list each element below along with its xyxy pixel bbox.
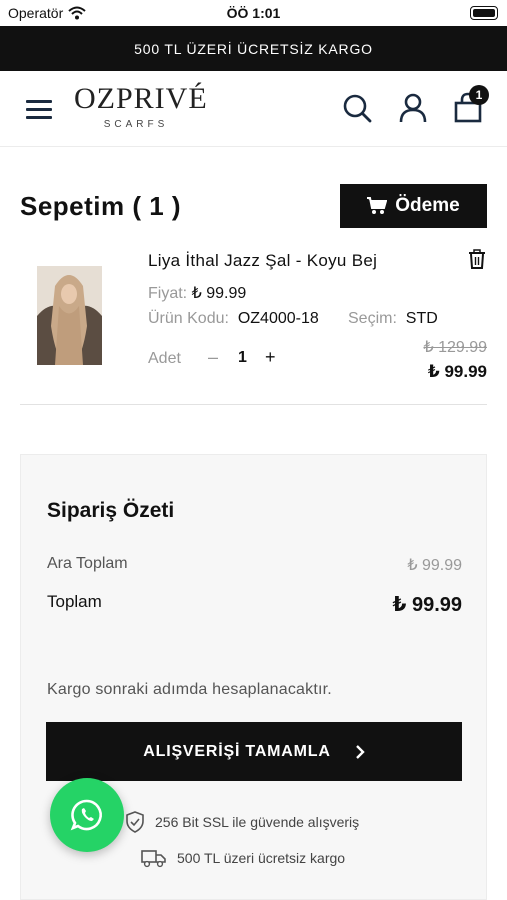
status-bar: Operatör ÖÖ 1:01 [0, 0, 507, 26]
divider [20, 404, 487, 405]
unit-price: ₺ 99.99 [191, 285, 247, 302]
trash-icon[interactable] [468, 249, 486, 269]
menu-icon[interactable] [26, 98, 54, 120]
summary-title: Sipariş Özeti [47, 499, 175, 522]
status-time: ÖÖ 1:01 [226, 5, 281, 21]
product-name[interactable]: Liya İthal Jazz Şal - Koyu Bej [148, 251, 377, 271]
price-row: Fiyat: ₺ 99.99 [148, 283, 246, 303]
whatsapp-icon [70, 799, 102, 831]
total-row: Toplam ₺ 99.99 [47, 592, 462, 617]
shipping-trust-text: 500 TL üzeri ücretsiz kargo [177, 850, 346, 866]
code-row: Ürün Kodu: OZ4000-18 [148, 310, 319, 328]
qty-label: Adet [148, 350, 181, 367]
complete-purchase-button[interactable]: ALIŞVERİŞİ TAMAMLA [46, 722, 462, 781]
logo-text: OZPRIVÉ [74, 82, 208, 115]
checkout-label: Ödeme [395, 195, 460, 216]
logo-subtitle: SCARFS [103, 119, 169, 130]
complete-purchase-label: ALIŞVERİŞİ TAMAMLA [143, 742, 331, 760]
old-price: ₺ 129.99 [423, 339, 487, 356]
user-icon[interactable] [396, 91, 430, 125]
product-image[interactable] [37, 266, 102, 365]
total-label: Toplam [47, 592, 102, 611]
battery-icon [470, 6, 498, 20]
brand-logo[interactable]: OZPRIVÉ SCARFS [74, 82, 208, 131]
shipping-trust-row: 500 TL üzeri ücretsiz kargo [141, 848, 345, 868]
site-header: OZPRIVÉ SCARFS 1 [0, 71, 507, 147]
ssl-text: 256 Bit SSL ile güvende alışveriş [155, 814, 360, 830]
page-title: Sepetim ( 1 ) [20, 191, 182, 221]
checkout-button[interactable]: Ödeme [340, 184, 487, 228]
product-code: OZ4000-18 [237, 310, 319, 327]
search-icon[interactable] [340, 91, 374, 125]
cart-count-badge: 1 [469, 85, 489, 105]
price-label: Fiyat: [148, 285, 188, 302]
total-value: ₺ 99.99 [392, 594, 462, 616]
code-label: Ürün Kodu: [148, 310, 229, 327]
whatsapp-chat-button[interactable] [50, 778, 124, 852]
qty-decrease-button[interactable]: – [208, 347, 218, 368]
qty-value: 1 [238, 349, 247, 366]
chevron-right-icon [355, 744, 365, 759]
promo-text: 500 TL ÜZERİ ÜCRETSİZ KARGO [134, 40, 373, 57]
line-total: ₺ 99.99 [427, 362, 487, 381]
cart-button[interactable]: 1 [451, 85, 489, 125]
shield-check-icon [126, 811, 144, 833]
promo-banner: 500 TL ÜZERİ ÜCRETSİZ KARGO [0, 26, 507, 71]
subtotal-row: Ara Toplam ₺ 99.99 [47, 555, 462, 575]
selection-value: STD [405, 310, 438, 327]
subtotal-value: ₺ 99.99 [407, 557, 462, 574]
selection-label: Seçim: [348, 310, 397, 327]
selection-row: Seçim: STD [348, 310, 438, 328]
cart-icon [367, 197, 388, 214]
subtotal-label: Ara Toplam [47, 555, 128, 572]
truck-icon [141, 850, 166, 868]
ssl-trust-row: 256 Bit SSL ile güvende alışveriş [125, 811, 359, 833]
qty-increase-button[interactable]: + [265, 347, 276, 368]
shipping-note: Kargo sonraki adımda hesaplanacaktır. [47, 681, 332, 698]
product-photo [37, 266, 102, 365]
